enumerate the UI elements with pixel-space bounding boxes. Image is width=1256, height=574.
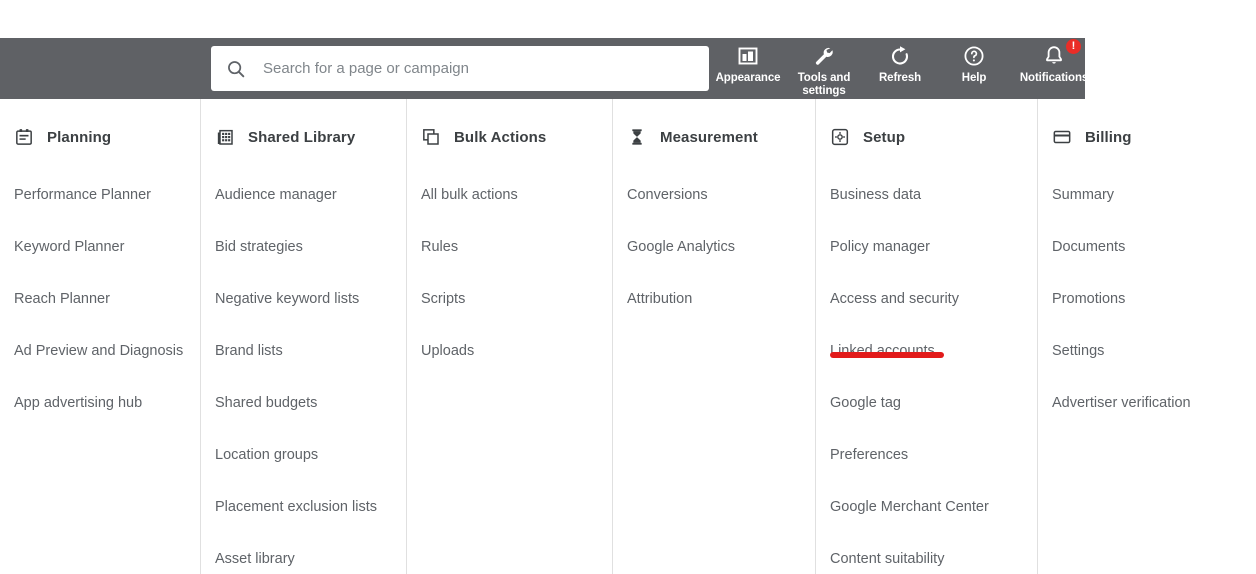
menu-items-planning: Performance Planner Keyword Planner Reac…: [0, 169, 200, 429]
notifications-badge: !: [1066, 39, 1081, 54]
calendar-icon: [14, 127, 34, 147]
menu-item-content-suitability[interactable]: Content suitability: [816, 533, 1037, 574]
menu-items-bulk-actions: All bulk actions Rules Scripts Uploads: [407, 169, 612, 377]
menu-items-billing: Summary Documents Promotions Settings Ad…: [1038, 169, 1256, 429]
menu-item-all-bulk-actions[interactable]: All bulk actions: [407, 169, 612, 221]
menu-item-conversions[interactable]: Conversions: [613, 169, 815, 221]
menu-item-asset-library[interactable]: Asset library: [201, 533, 406, 574]
menu-item-uploads[interactable]: Uploads: [407, 325, 612, 377]
help-icon: [962, 44, 986, 68]
annotation-underline-linked-accounts: [830, 352, 944, 358]
gear-square-icon: [830, 127, 850, 147]
notifications-label: Notifications: [1019, 72, 1089, 84]
toolbar-actions: Appearance Tools and settings Refresh He…: [711, 38, 1097, 99]
column-title-planning: Planning: [47, 128, 112, 146]
google-ads-tools-menu-page: Appearance Tools and settings Refre: [0, 0, 1256, 574]
search-input[interactable]: [261, 59, 695, 78]
column-header-measurement: Measurement: [613, 119, 815, 155]
menu-item-settings[interactable]: Settings: [1038, 325, 1256, 377]
hourglass-icon: [627, 127, 647, 147]
column-title-bulk-actions: Bulk Actions: [454, 128, 547, 146]
menu-item-audience-manager[interactable]: Audience manager: [201, 169, 406, 221]
column-title-measurement: Measurement: [660, 128, 758, 146]
refresh-label: Refresh: [878, 72, 922, 84]
menu-item-google-merchant-center[interactable]: Google Merchant Center: [816, 481, 1037, 533]
menu-item-scripts[interactable]: Scripts: [407, 273, 612, 325]
menu-item-google-tag[interactable]: Google tag: [816, 377, 1037, 429]
menu-item-attribution[interactable]: Attribution: [613, 273, 815, 325]
menu-item-documents[interactable]: Documents: [1038, 221, 1256, 273]
menu-item-business-data[interactable]: Business data: [816, 169, 1037, 221]
help-button[interactable]: Help: [937, 38, 1011, 99]
column-header-shared-library: Shared Library: [201, 119, 406, 155]
column-title-billing: Billing: [1085, 128, 1132, 146]
menu-items-shared-library: Audience manager Bid strategies Negative…: [201, 169, 406, 574]
menu-item-app-advertising-hub[interactable]: App advertising hub: [0, 377, 200, 429]
wrench-icon: [812, 44, 836, 68]
menu-item-preferences[interactable]: Preferences: [816, 429, 1037, 481]
menu-item-access-and-security[interactable]: Access and security: [816, 273, 1037, 325]
menu-item-policy-manager[interactable]: Policy manager: [816, 221, 1037, 273]
copy-icon: [421, 127, 441, 147]
appearance-icon: [736, 44, 760, 68]
menu-item-negative-keyword-lists[interactable]: Negative keyword lists: [201, 273, 406, 325]
search-icon: [225, 58, 247, 80]
menu-column-measurement: Measurement Conversions Google Analytics…: [612, 99, 815, 574]
menu-item-brand-lists[interactable]: Brand lists: [201, 325, 406, 377]
menu-item-reach-planner[interactable]: Reach Planner: [0, 273, 200, 325]
column-header-planning: Planning: [0, 119, 200, 155]
menu-item-bid-strategies[interactable]: Bid strategies: [201, 221, 406, 273]
menu-column-billing: Billing Summary Documents Promotions Set…: [1037, 99, 1256, 574]
menu-item-linked-accounts[interactable]: Linked accounts: [816, 325, 1037, 377]
menu-column-bulk-actions: Bulk Actions All bulk actions Rules Scri…: [406, 99, 612, 574]
help-label: Help: [961, 72, 987, 84]
column-title-setup: Setup: [863, 128, 906, 146]
menu-item-rules[interactable]: Rules: [407, 221, 612, 273]
appearance-label: Appearance: [715, 72, 781, 84]
menu-item-summary[interactable]: Summary: [1038, 169, 1256, 221]
appearance-button[interactable]: Appearance: [711, 38, 785, 99]
menu-item-ad-preview-and-diagnosis[interactable]: Ad Preview and Diagnosis: [0, 325, 200, 377]
credit-card-icon: [1052, 127, 1072, 147]
column-header-setup: Setup: [816, 119, 1037, 155]
column-title-shared-library: Shared Library: [248, 128, 356, 146]
tools-menu-panel: Planning Performance Planner Keyword Pla…: [0, 99, 1256, 574]
menu-item-promotions[interactable]: Promotions: [1038, 273, 1256, 325]
column-header-billing: Billing: [1038, 119, 1256, 155]
menu-item-advertiser-verification[interactable]: Advertiser verification: [1038, 377, 1256, 429]
column-header-bulk-actions: Bulk Actions: [407, 119, 612, 155]
top-toolbar: Appearance Tools and settings Refre: [0, 38, 1088, 99]
menu-item-placement-exclusion-lists[interactable]: Placement exclusion lists: [201, 481, 406, 533]
notifications-button[interactable]: ! Notifications: [1011, 38, 1097, 99]
tools-and-settings-button[interactable]: Tools and settings: [785, 38, 863, 99]
search-box[interactable]: [211, 46, 709, 91]
menu-item-google-analytics[interactable]: Google Analytics: [613, 221, 815, 273]
menu-item-location-groups[interactable]: Location groups: [201, 429, 406, 481]
menu-items-measurement: Conversions Google Analytics Attribution: [613, 169, 815, 325]
menu-item-keyword-planner[interactable]: Keyword Planner: [0, 221, 200, 273]
grid-icon: [215, 127, 235, 147]
menu-column-shared-library: Shared Library Audience manager Bid stra…: [200, 99, 406, 574]
refresh-button[interactable]: Refresh: [863, 38, 937, 99]
menu-item-shared-budgets[interactable]: Shared budgets: [201, 377, 406, 429]
menu-item-performance-planner[interactable]: Performance Planner: [0, 169, 200, 221]
refresh-icon: [888, 44, 912, 68]
tools-and-settings-label: Tools and settings: [797, 72, 851, 97]
menu-column-setup: Setup Business data Policy manager Acces…: [815, 99, 1037, 574]
notifications-icon: [1042, 44, 1066, 68]
menu-items-setup: Business data Policy manager Access and …: [816, 169, 1037, 574]
menu-column-planning: Planning Performance Planner Keyword Pla…: [0, 99, 200, 574]
